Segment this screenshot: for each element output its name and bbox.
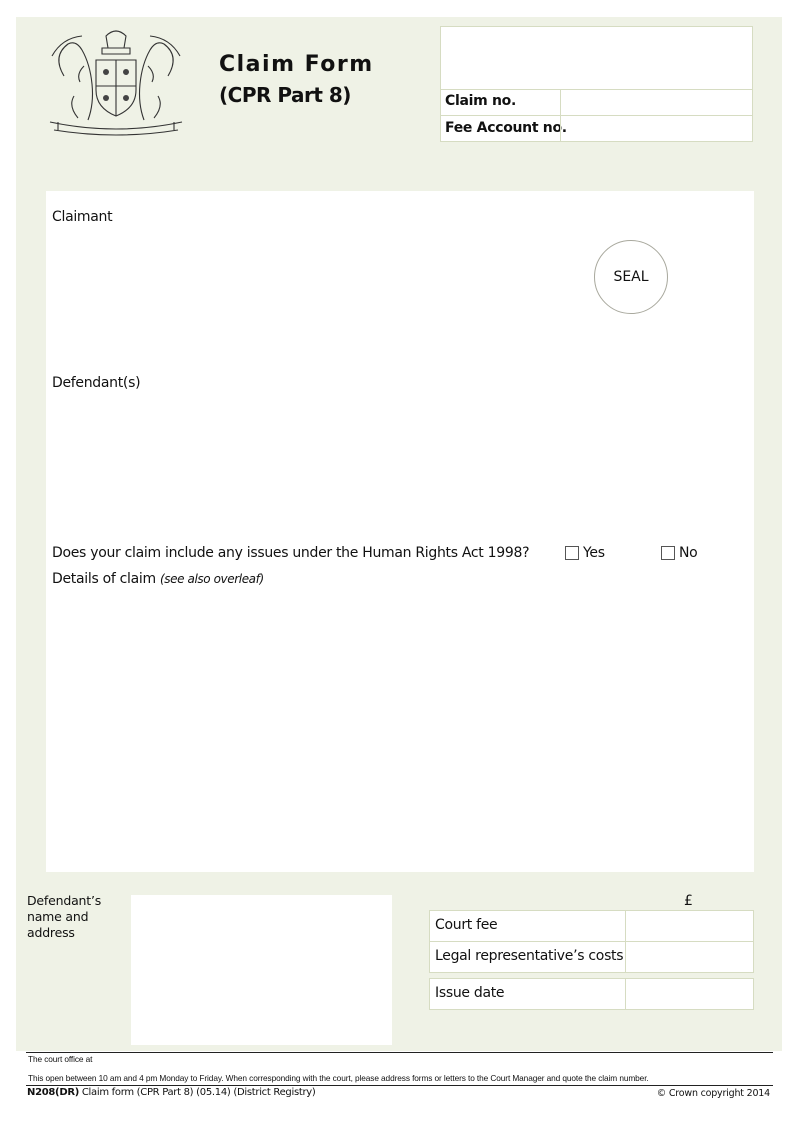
- issue-date-field[interactable]: [625, 979, 753, 1009]
- label-line: address: [27, 925, 75, 940]
- issue-date-table: Issue date: [429, 978, 754, 1010]
- claimant-label: Claimant: [52, 209, 113, 225]
- form-name: Claim form (CPR Part 8) (05.14) (Distric…: [79, 1087, 316, 1098]
- form-title: Claim Form: [219, 52, 374, 77]
- fee-account-row: Fee Account no.: [441, 116, 752, 142]
- fee-account-label: Fee Account no.: [445, 120, 567, 136]
- human-rights-question: Does your claim include any issues under…: [52, 545, 530, 561]
- royal-crest-icon: [49, 30, 183, 136]
- court-fee-field[interactable]: [625, 911, 753, 941]
- yes-checkbox[interactable]: [565, 546, 579, 560]
- court-stamp-area: [441, 27, 752, 90]
- form-code-id: N208(DR): [27, 1087, 79, 1098]
- details-of-claim-heading: Details of claim (see also overleaf): [52, 571, 264, 587]
- claim-no-label: Claim no.: [445, 93, 516, 109]
- legal-costs-field[interactable]: [625, 942, 753, 972]
- opening-hours-notice: This open between 10 am and 4 pm Monday …: [28, 1073, 649, 1083]
- fee-account-field[interactable]: [560, 116, 752, 142]
- label-line: Defendant’s: [27, 893, 102, 908]
- seal-circle: SEAL: [594, 240, 668, 314]
- yes-label: Yes: [583, 545, 605, 561]
- issue-date-row: Issue date: [430, 979, 753, 1009]
- copyright-notice: © Crown copyright 2014: [656, 1088, 770, 1099]
- fees-table: Court fee Legal representative’s costs: [429, 910, 754, 973]
- claim-no-field[interactable]: [560, 89, 752, 115]
- footer-divider: [26, 1085, 773, 1086]
- court-reference-box: Claim no. Fee Account no.: [440, 26, 753, 142]
- footer-divider: [26, 1052, 773, 1053]
- court-fee-label: Court fee: [435, 917, 498, 933]
- issue-date-label: Issue date: [435, 985, 505, 1001]
- court-office-text: The court office at: [28, 1054, 93, 1064]
- currency-symbol: £: [684, 893, 693, 909]
- defendant-address-label: Defendant’s name and address: [27, 893, 101, 941]
- seal-label: SEAL: [613, 269, 649, 285]
- claim-no-row: Claim no.: [441, 89, 752, 116]
- court-fee-row: Court fee: [430, 911, 753, 942]
- details-hint: (see also overleaf): [159, 572, 264, 586]
- legal-costs-label: Legal representative’s costs: [435, 948, 624, 964]
- form-code: N208(DR) Claim form (CPR Part 8) (05.14)…: [27, 1087, 316, 1098]
- label-line: name and: [27, 909, 89, 924]
- form-subtitle: (CPR Part 8): [219, 83, 351, 107]
- details-label: Details of claim: [52, 571, 156, 587]
- legal-costs-row: Legal representative’s costs: [430, 942, 753, 972]
- no-checkbox[interactable]: [661, 546, 675, 560]
- defendant-address-field[interactable]: [131, 895, 392, 1045]
- no-label: No: [679, 545, 698, 561]
- defendants-label: Defendant(s): [52, 375, 141, 391]
